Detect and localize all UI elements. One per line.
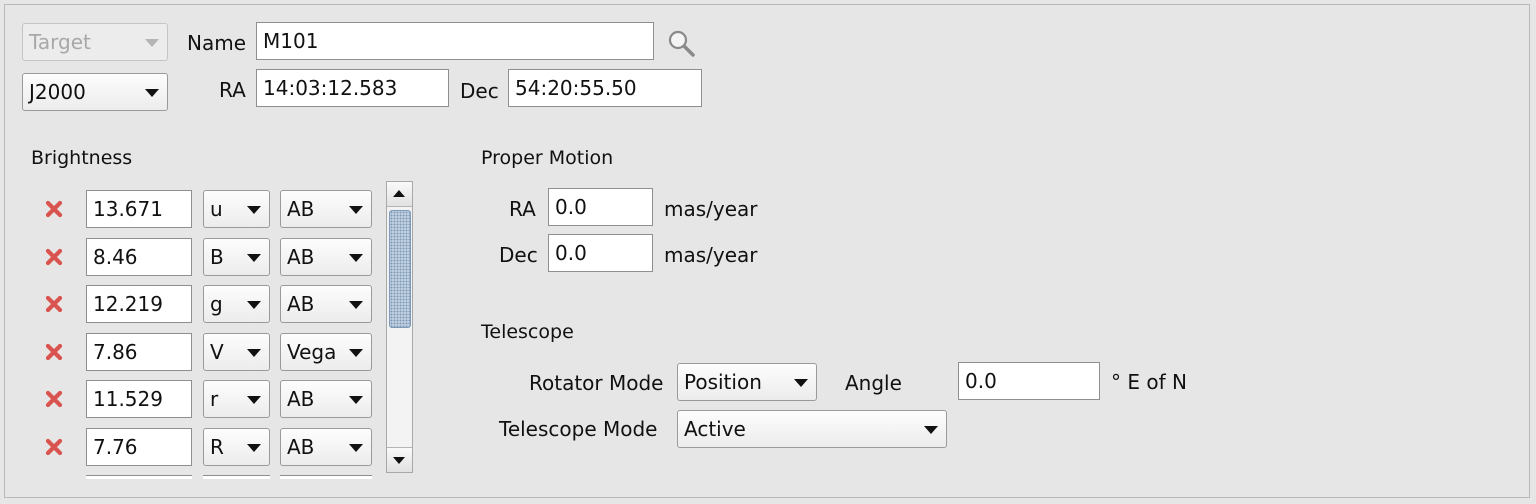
chevron-down-icon bbox=[349, 444, 363, 452]
band-value: r bbox=[210, 387, 219, 411]
mag-system-value: Vega bbox=[287, 340, 337, 364]
pm-dec-unit: mas/year bbox=[664, 243, 758, 267]
telescope-mode-combo[interactable]: Active bbox=[677, 410, 947, 448]
target-editor-panel: Target Name M101 J2000 RA 14:03:12.583 D… bbox=[4, 4, 1530, 498]
clipped-row-edge bbox=[86, 475, 192, 479]
brightness-value-field[interactable]: 7.86 bbox=[86, 333, 192, 371]
chevron-down-icon bbox=[247, 206, 261, 214]
brightness-value-field[interactable]: 11.529 bbox=[86, 380, 192, 418]
scroll-up-button[interactable] bbox=[387, 182, 412, 207]
band-combo[interactable]: u bbox=[203, 190, 270, 228]
scroll-down-button[interactable] bbox=[387, 447, 412, 472]
band-combo[interactable]: r bbox=[203, 380, 270, 418]
angle-unit: ° E of N bbox=[1111, 370, 1187, 394]
chevron-down-icon bbox=[145, 89, 159, 97]
chevron-down-icon bbox=[247, 349, 261, 357]
ra-field[interactable]: 14:03:12.583 bbox=[256, 69, 449, 107]
rotator-mode-label: Rotator Mode bbox=[529, 371, 664, 395]
name-label: Name bbox=[187, 31, 247, 55]
chevron-down-icon bbox=[247, 301, 261, 309]
band-value: B bbox=[210, 245, 224, 269]
band-combo[interactable]: V bbox=[203, 333, 270, 371]
band-value: u bbox=[210, 197, 223, 221]
delete-icon[interactable] bbox=[45, 343, 63, 361]
delete-icon[interactable] bbox=[45, 438, 63, 456]
dec-label: Dec bbox=[460, 79, 499, 103]
brightness-value-field[interactable]: 13.671 bbox=[86, 190, 192, 228]
delete-icon[interactable] bbox=[45, 248, 63, 266]
mag-system-combo[interactable]: AB bbox=[280, 238, 372, 276]
telescope-mode-label: Telescope Mode bbox=[499, 417, 658, 441]
mag-system-value: AB bbox=[287, 292, 315, 316]
chevron-down-icon bbox=[247, 444, 261, 452]
pm-ra-field[interactable]: 0.0 bbox=[548, 188, 653, 226]
band-value: R bbox=[210, 435, 224, 459]
band-value: g bbox=[210, 292, 223, 316]
delete-icon[interactable] bbox=[45, 200, 63, 218]
chevron-down-icon bbox=[349, 254, 363, 262]
pm-ra-label: RA bbox=[509, 197, 536, 221]
pm-dec-label: Dec bbox=[499, 243, 538, 267]
brightness-value-field[interactable]: 12.219 bbox=[86, 285, 192, 323]
target-type-value: Target bbox=[29, 30, 91, 54]
clipped-row-edge bbox=[203, 475, 270, 479]
angle-label: Angle bbox=[845, 371, 902, 395]
brightness-value-field[interactable]: 7.76 bbox=[86, 428, 192, 466]
mag-system-combo[interactable]: AB bbox=[280, 190, 372, 228]
chevron-down-icon bbox=[247, 396, 261, 404]
band-combo[interactable]: g bbox=[203, 285, 270, 323]
brightness-title: Brightness bbox=[31, 147, 133, 169]
chevron-down-icon bbox=[349, 349, 363, 357]
mag-system-combo[interactable]: AB bbox=[280, 428, 372, 466]
mag-system-combo[interactable]: Vega bbox=[280, 333, 372, 371]
coord-system-combo[interactable]: J2000 bbox=[22, 73, 168, 111]
mag-system-combo[interactable]: AB bbox=[280, 285, 372, 323]
mag-system-value: AB bbox=[287, 197, 315, 221]
mag-system-value: AB bbox=[287, 245, 315, 269]
name-field[interactable]: M101 bbox=[256, 22, 654, 60]
band-combo[interactable]: R bbox=[203, 428, 270, 466]
dec-field[interactable]: 54:20:55.50 bbox=[508, 69, 702, 107]
rotator-mode-value: Position bbox=[684, 370, 762, 394]
rotator-mode-combo[interactable]: Position bbox=[677, 363, 817, 401]
telescope-mode-value: Active bbox=[684, 417, 746, 441]
coord-system-value: J2000 bbox=[29, 80, 86, 104]
brightness-scrollbar[interactable] bbox=[386, 181, 413, 473]
chevron-down-icon bbox=[247, 254, 261, 262]
delete-icon[interactable] bbox=[45, 390, 63, 408]
target-type-combo: Target bbox=[22, 23, 168, 61]
telescope-title: Telescope bbox=[481, 321, 574, 343]
chevron-down-icon bbox=[349, 301, 363, 309]
brightness-value-field[interactable]: 8.46 bbox=[86, 238, 192, 276]
mag-system-value: AB bbox=[287, 387, 315, 411]
mag-system-value: AB bbox=[287, 435, 315, 459]
scroll-thumb[interactable] bbox=[389, 210, 411, 328]
mag-system-combo[interactable]: AB bbox=[280, 380, 372, 418]
pm-ra-unit: mas/year bbox=[664, 197, 758, 221]
band-value: V bbox=[210, 340, 224, 364]
delete-icon[interactable] bbox=[45, 295, 63, 313]
angle-field[interactable]: 0.0 bbox=[958, 362, 1100, 400]
chevron-down-icon bbox=[393, 457, 405, 464]
chevron-down-icon bbox=[349, 396, 363, 404]
proper-motion-title: Proper Motion bbox=[481, 147, 614, 169]
chevron-down-icon bbox=[794, 379, 808, 387]
search-icon[interactable] bbox=[667, 29, 697, 59]
chevron-down-icon bbox=[145, 39, 159, 47]
chevron-down-icon bbox=[924, 426, 938, 434]
band-combo[interactable]: B bbox=[203, 238, 270, 276]
chevron-up-icon bbox=[393, 190, 405, 197]
pm-dec-field[interactable]: 0.0 bbox=[548, 234, 653, 272]
chevron-down-icon bbox=[349, 206, 363, 214]
clipped-row-edge bbox=[280, 475, 372, 479]
ra-label: RA bbox=[219, 78, 246, 102]
